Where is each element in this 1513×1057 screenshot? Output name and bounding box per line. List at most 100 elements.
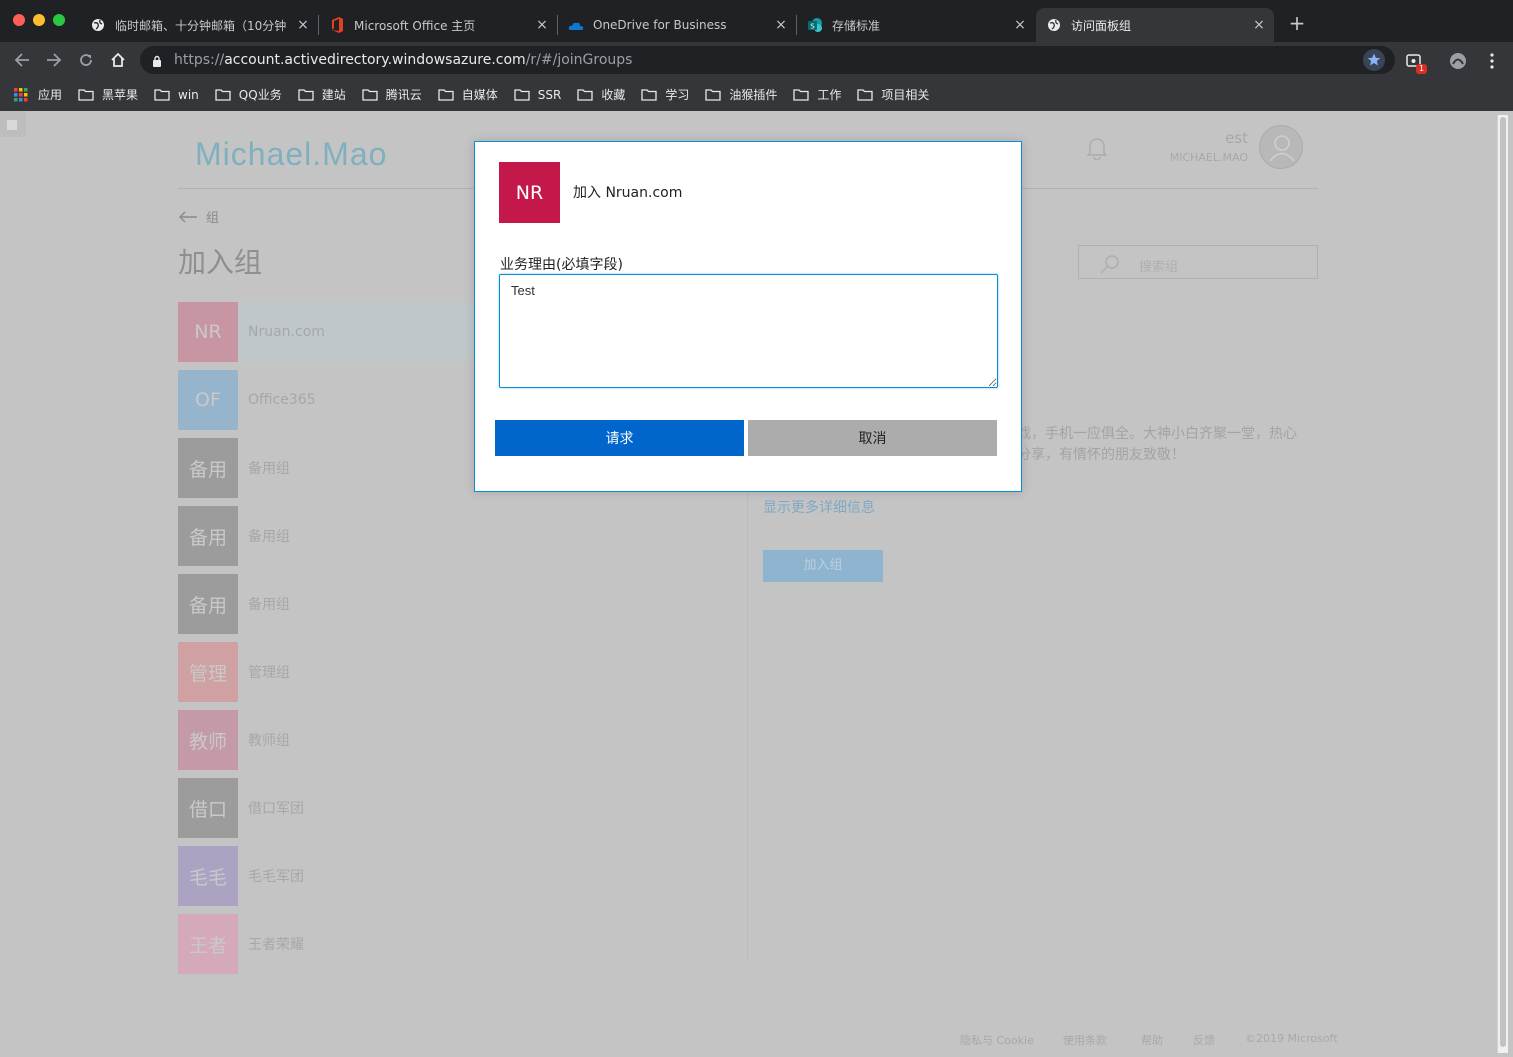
back-to-groups-link[interactable]: 组 <box>178 207 219 226</box>
footer-link-label: 使用条款 <box>1063 1034 1107 1047</box>
tab-title: Microsoft Office 主页 <box>354 18 476 33</box>
tab-access-panel-groups[interactable]: 访问面板组 × <box>1036 8 1274 42</box>
bookmark-item[interactable]: 工作 <box>793 86 841 103</box>
folder-icon <box>154 88 170 101</box>
folder-icon <box>514 88 530 101</box>
bookmark-item[interactable]: win <box>154 88 199 102</box>
forward-arrow-icon[interactable] <box>42 48 66 72</box>
group-tile: NR <box>499 162 560 223</box>
home-icon[interactable] <box>106 48 130 72</box>
bookmark-item[interactable]: 项目相关 <box>857 86 929 103</box>
brand-logo[interactable]: Michael.Mao <box>195 136 387 173</box>
group-list-item[interactable]: 借口 借口军团 <box>178 778 738 838</box>
scrollbar-thumb[interactable] <box>1500 117 1506 1047</box>
folder-icon <box>793 88 810 101</box>
folder-icon <box>438 88 454 101</box>
folder-icon <box>577 88 593 101</box>
close-tab-icon[interactable]: × <box>772 17 790 33</box>
footer-feedback-link[interactable]: 反馈 <box>1193 1032 1215 1048</box>
url-text: https://account.activedirectory.windowsa… <box>174 52 632 68</box>
url-host: account.activedirectory.windowsazure.com <box>224 52 526 68</box>
bookmark-label: SSR <box>537 87 562 102</box>
bookmark-item[interactable]: SSR <box>514 87 562 102</box>
join-group-button[interactable]: 加入组 <box>763 550 883 582</box>
search-groups-input[interactable]: 搜索组 <box>1078 245 1318 279</box>
page-corner-widget <box>0 111 26 137</box>
footer-privacy-link[interactable]: 隐私与 Cookie <box>960 1032 1034 1048</box>
office-icon <box>329 17 345 33</box>
folder-icon <box>641 88 657 101</box>
bookmark-item[interactable]: 黑苹果 <box>78 86 138 103</box>
bell-icon[interactable] <box>1086 136 1108 164</box>
footer-terms-link[interactable]: 使用条款 <box>1063 1032 1107 1048</box>
group-list-item[interactable]: 毛毛 毛毛军团 <box>178 846 738 906</box>
group-tile: 教师 <box>178 710 238 770</box>
tab-onedrive[interactable]: OneDrive for Business × <box>558 8 796 42</box>
bookmark-item[interactable]: 油猴插件 <box>705 86 777 103</box>
group-name: 管理组 <box>248 665 290 681</box>
svg-text:S: S <box>810 23 815 31</box>
request-button[interactable]: 请求 <box>495 420 744 456</box>
group-list-item[interactable]: 备用 备用组 <box>178 506 738 566</box>
close-tab-icon[interactable]: × <box>1250 17 1268 33</box>
page-scrollbar[interactable] <box>1497 115 1508 1053</box>
bookmark-label: 收藏 <box>601 88 626 102</box>
group-tile: 毛毛 <box>178 846 238 906</box>
tab-storage-standard[interactable]: S 存储标准 × <box>797 8 1035 42</box>
user-display-name[interactable]: est <box>1180 129 1248 147</box>
bookmark-label: 项目相关 <box>881 88 930 102</box>
tab-temp-mail[interactable]: 临时邮箱、十分钟邮箱（10分钟 × <box>80 8 318 42</box>
profile-extension-icon[interactable] <box>1448 51 1468 71</box>
browser-chrome: 临时邮箱、十分钟邮箱（10分钟 × Microsoft Office 主页 × … <box>0 0 1513 111</box>
group-name: 备用组 <box>248 597 290 613</box>
bookmark-item[interactable]: 学习 <box>641 86 689 103</box>
group-list-item[interactable]: 教师 教师组 <box>178 710 738 770</box>
new-tab-button[interactable]: + <box>1286 12 1308 34</box>
group-tile: 管理 <box>178 642 238 702</box>
close-tab-icon[interactable]: × <box>533 17 551 33</box>
bookmark-item[interactable]: 建站 <box>298 86 346 103</box>
close-tab-icon[interactable]: × <box>1011 17 1029 33</box>
back-arrow-icon[interactable] <box>10 48 34 72</box>
tab-office-home[interactable]: Microsoft Office 主页 × <box>319 8 557 42</box>
group-tile: 备用 <box>178 574 238 634</box>
minimize-window-button[interactable] <box>33 14 45 26</box>
group-list-item[interactable]: 备用 备用组 <box>178 574 738 634</box>
sharepoint-icon: S <box>807 17 823 33</box>
bookmark-label: 腾讯云 <box>385 88 422 102</box>
group-tile: 备用 <box>178 506 238 566</box>
close-tab-icon[interactable]: × <box>294 17 312 33</box>
join-group-dialog: NR 加入 Nruan.com 业务理由(必填字段) Test 请求 取消 <box>474 141 1022 492</box>
group-description: 戏，手机一应俱全。大神小白齐聚一堂，热心 分享，有情怀的朋友致敬！ <box>1017 424 1327 466</box>
footer-link-label: 帮助 <box>1141 1034 1163 1047</box>
cancel-button[interactable]: 取消 <box>748 420 997 456</box>
zoom-window-button[interactable] <box>53 14 65 26</box>
show-more-details-link[interactable]: 显示更多详细信息 <box>763 497 875 517</box>
close-window-button[interactable] <box>13 14 25 26</box>
group-name: Office365 <box>248 392 316 408</box>
lock-icon <box>152 53 162 72</box>
bookmark-item[interactable]: 自媒体 <box>438 86 498 103</box>
reload-icon[interactable] <box>74 48 98 72</box>
menu-kebab-icon[interactable] <box>1482 51 1502 71</box>
footer-help-link[interactable]: 帮助 <box>1141 1032 1163 1048</box>
bookmark-item[interactable]: QQ业务 <box>215 86 282 103</box>
group-list-item[interactable]: 管理 管理组 <box>178 642 738 702</box>
group-list-item[interactable]: 王者 王者荣耀 <box>178 914 738 974</box>
bookmarks-bar: 应用 黑苹果 win QQ业务 建站 腾讯云 自媒体 SSR 收藏 学习 油猴插件 工作 项目相关 <box>0 78 1513 111</box>
footer-link-label: 隐私与 Cookie <box>960 1034 1034 1047</box>
address-bar[interactable]: https://account.activedirectory.windowsa… <box>140 46 1395 74</box>
bookmark-label: 应用 <box>38 88 63 102</box>
bookmark-star-icon[interactable] <box>1363 49 1385 71</box>
back-arrow-icon <box>179 211 197 222</box>
group-name: 王者荣耀 <box>248 937 304 953</box>
bookmark-item[interactable]: 收藏 <box>577 86 625 103</box>
business-reason-textarea[interactable]: Test <box>499 274 998 388</box>
bookmark-label: 建站 <box>321 88 346 102</box>
group-tile: OF <box>178 370 238 430</box>
bookmark-item[interactable]: 应用 <box>14 86 62 103</box>
bookmark-item[interactable]: 腾讯云 <box>362 86 422 103</box>
dialog-title: 加入 Nruan.com <box>573 185 683 201</box>
bookmark-label: QQ业务 <box>238 88 282 102</box>
user-avatar[interactable] <box>1259 125 1303 169</box>
